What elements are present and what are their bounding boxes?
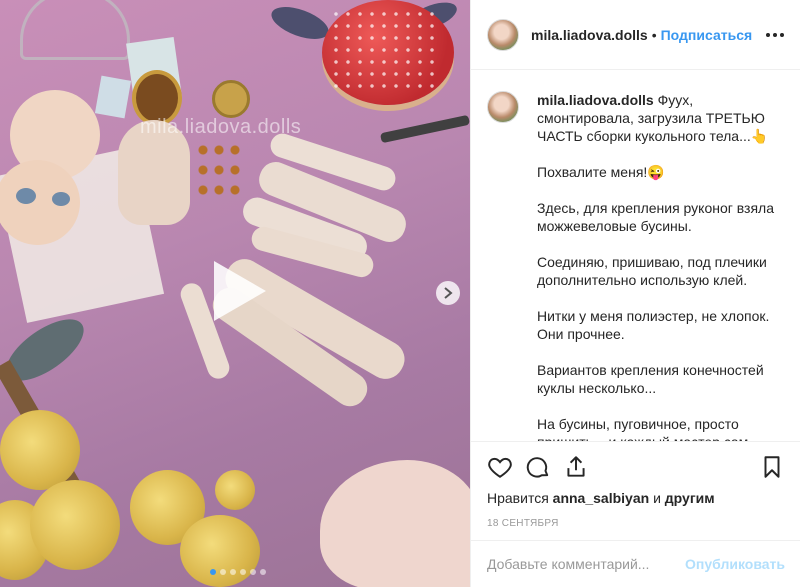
actions-area: Нравится anna_salbiyan и другим 18 сентя…	[471, 441, 800, 529]
media-watermark: mila.liadova.dolls	[140, 116, 302, 138]
likes-line: Нравится anna_salbiyan и другим	[487, 490, 785, 506]
dried-rose-image	[30, 480, 120, 570]
comment-input[interactable]	[487, 556, 686, 572]
caption-paragraph: Соединяю, пришиваю, под плечики дополнит…	[537, 254, 771, 288]
share-icon[interactable]	[563, 454, 589, 480]
dried-rose-image	[215, 470, 255, 510]
pins-image	[330, 8, 440, 88]
doll-eye-image	[16, 188, 36, 204]
caption-username[interactable]: mila.liadova.dolls	[537, 92, 654, 108]
dried-rose-image	[180, 515, 260, 587]
hand-image	[320, 460, 470, 587]
leaf-image	[267, 0, 333, 46]
chevron-right-icon[interactable]	[436, 281, 460, 305]
carousel-dot	[250, 569, 256, 575]
liker-username[interactable]: anna_salbiyan	[553, 490, 650, 506]
caption-paragraph: Вариантов крепления конечностей куклы не…	[537, 362, 768, 396]
likes-prefix: Нравится	[487, 490, 549, 506]
likes-connector: и	[653, 490, 661, 506]
caption-paragraph: На бусины, пуговичное, просто пришить...…	[537, 416, 748, 441]
caption-row: mila.liadova.dolls Фуух, смонтировала, з…	[487, 91, 785, 441]
publish-button[interactable]: Опубликовать	[685, 556, 785, 572]
bookmark-icon[interactable]	[759, 454, 785, 480]
caption-text: mila.liadova.dolls Фуух, смонтировала, з…	[537, 91, 782, 441]
post-header: mila.liadova.dolls • Подписаться	[471, 0, 800, 70]
post-panel: mila.liadova.dolls • Подписаться mila.li…	[470, 0, 800, 587]
play-icon[interactable]	[200, 255, 272, 327]
dried-rose-image	[0, 410, 80, 490]
avatar[interactable]	[487, 18, 519, 51]
caption-paragraph: Нитки у меня полиэстер, не хлопок. Они п…	[537, 308, 774, 342]
comment-box: Опубликовать	[471, 540, 800, 587]
more-horizontal-icon[interactable]	[766, 32, 784, 37]
carousel-indicator	[210, 569, 266, 575]
separator-dot: •	[651, 26, 657, 43]
caption-paragraph: Похвалите меня!😜	[537, 164, 665, 180]
coin-image	[212, 80, 250, 118]
caption-area[interactable]: mila.liadova.dolls Фуух, смонтировала, з…	[471, 71, 800, 441]
carousel-dot	[210, 569, 216, 575]
username-link[interactable]: mila.liadova.dolls	[531, 27, 648, 43]
post-media[interactable]: mila.liadova.dolls	[0, 0, 470, 587]
carousel-dot	[240, 569, 246, 575]
carousel-dot	[260, 569, 266, 575]
tarot-card-image	[94, 75, 132, 119]
comment-icon[interactable]	[525, 454, 551, 480]
avatar[interactable]	[487, 91, 519, 123]
heart-icon[interactable]	[487, 454, 513, 480]
birdcage-image	[20, 0, 130, 60]
carousel-dot	[230, 569, 236, 575]
follow-button[interactable]: Подписаться	[661, 27, 753, 43]
scissors-image	[379, 114, 470, 144]
beads-image	[195, 140, 245, 200]
likes-others-link[interactable]: другим	[665, 490, 715, 506]
carousel-dot	[220, 569, 226, 575]
post-date[interactable]: 18 сентября	[487, 518, 785, 529]
action-bar	[487, 442, 785, 492]
doll-eye-image	[52, 192, 70, 206]
caption-paragraph: Здесь, для крепления руконог взяла можже…	[537, 200, 778, 234]
